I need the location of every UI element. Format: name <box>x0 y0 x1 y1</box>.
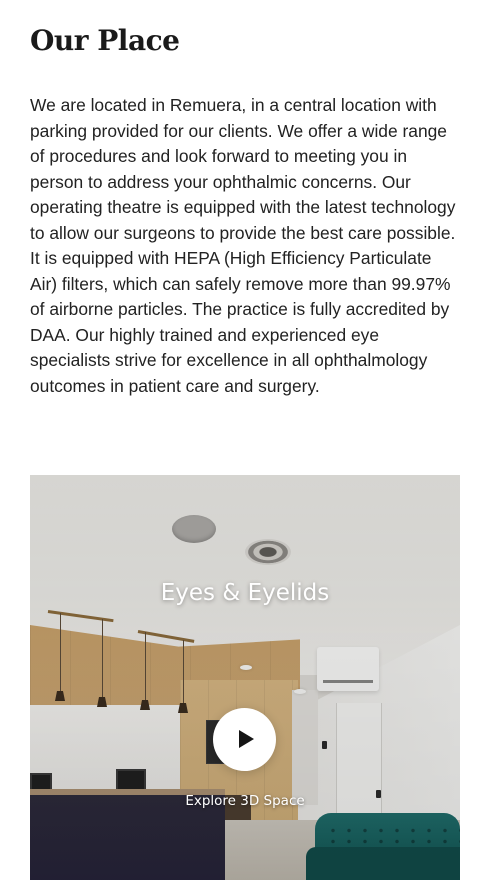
page-title: Our Place <box>30 24 180 57</box>
tour-preview-image <box>30 475 460 880</box>
play-button[interactable] <box>213 708 276 771</box>
image-overlay <box>30 475 460 880</box>
intro-paragraph: We are located in Remuera, in a central … <box>30 95 456 396</box>
play-icon <box>239 730 254 748</box>
tour-title: Eyes & Eyelids <box>160 580 330 606</box>
explore-3d-space-label[interactable]: Explore 3D Space <box>30 793 460 809</box>
virtual-tour-viewer[interactable]: Eyes & Eyelids Explore 3D Space <box>30 475 460 880</box>
